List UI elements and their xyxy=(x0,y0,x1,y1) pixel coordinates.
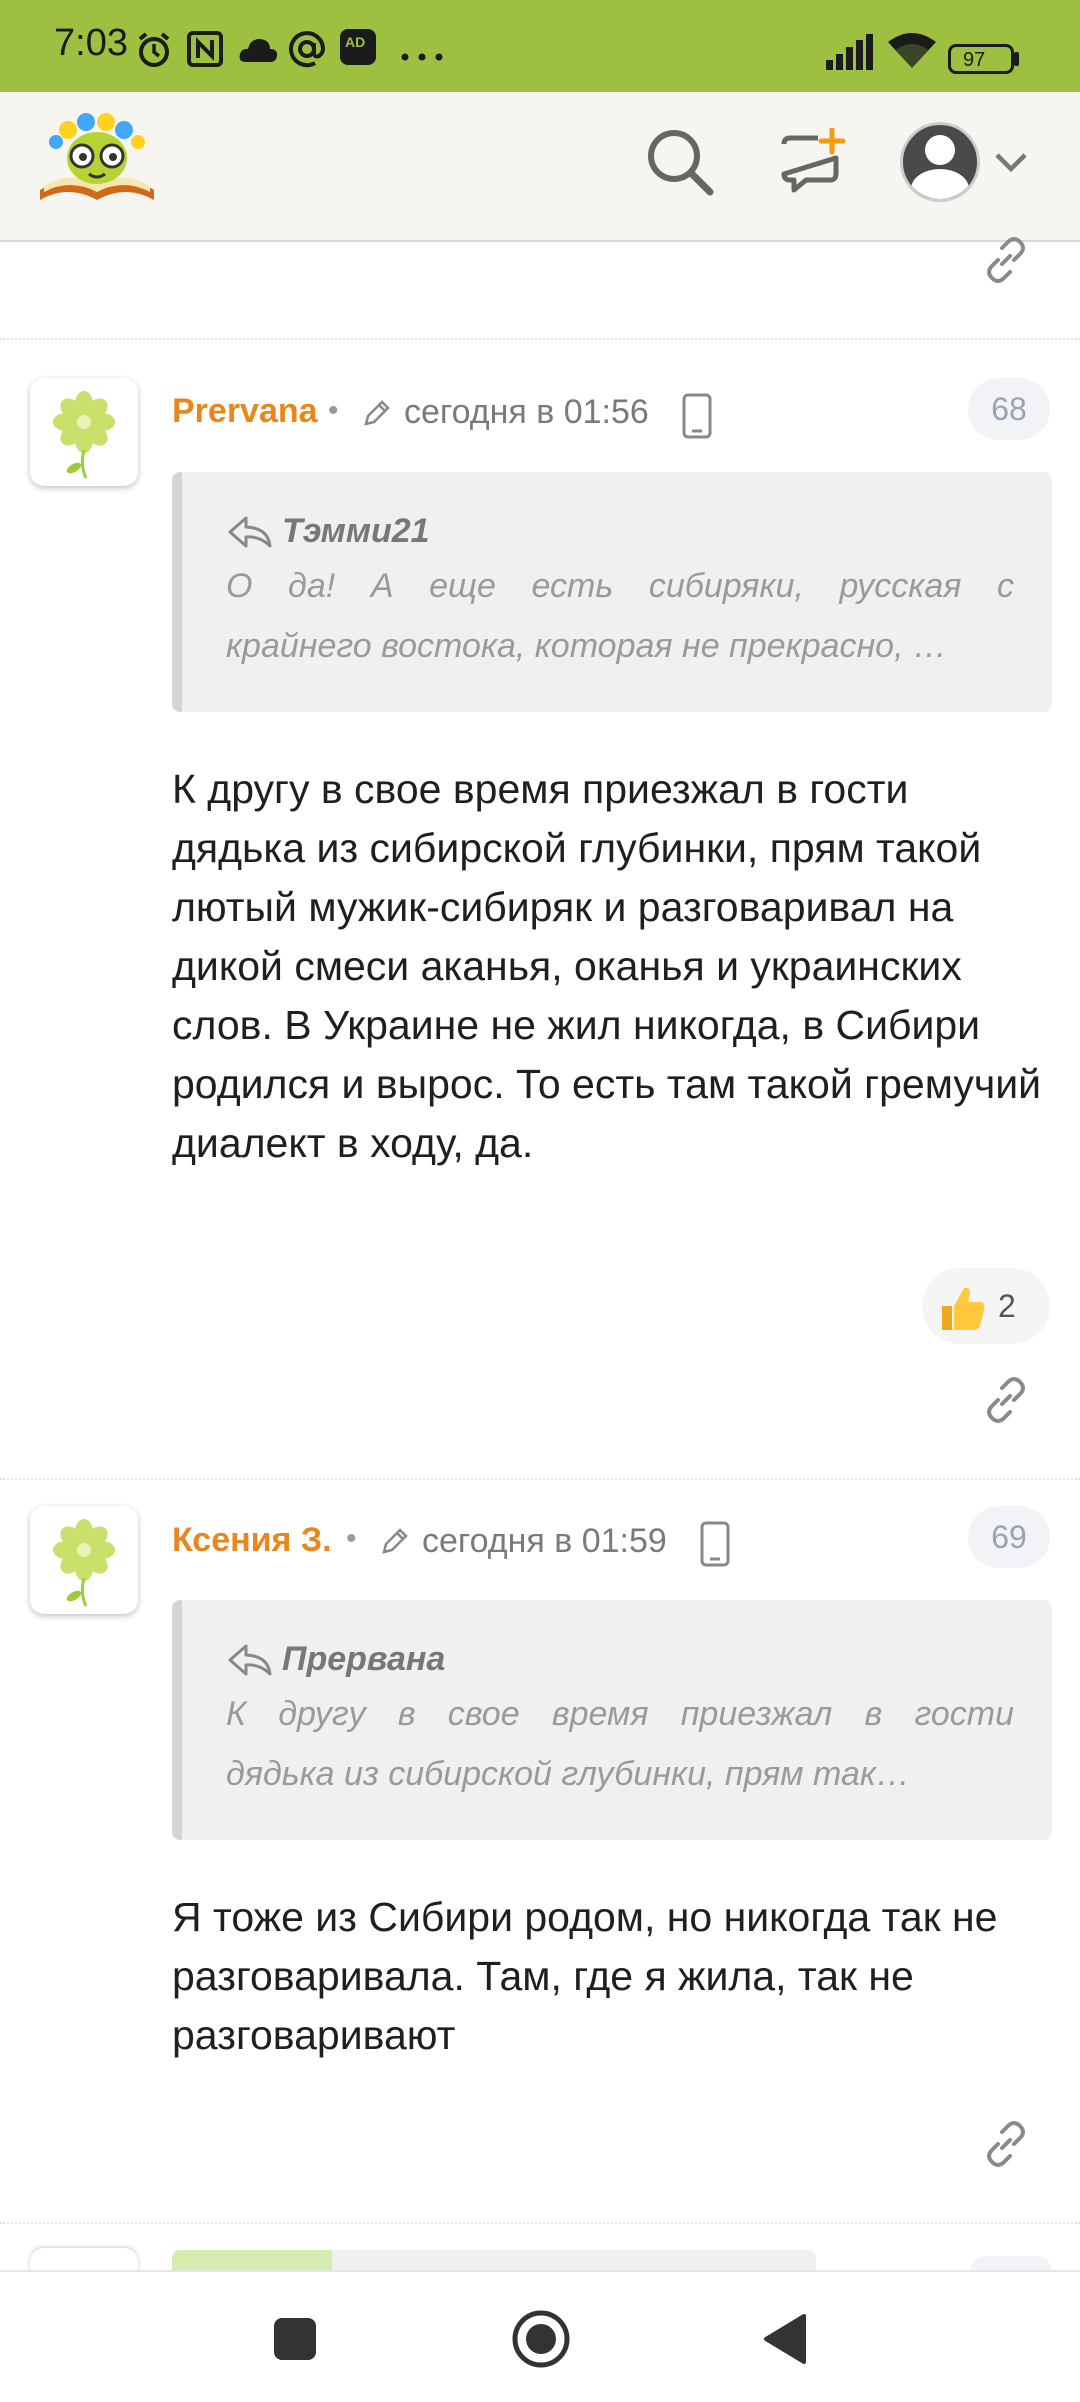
reply-icon xyxy=(228,516,272,548)
quote-line: О да! А еще есть сибиряки, русская с xyxy=(226,567,1014,605)
flower-icon xyxy=(53,391,115,479)
more-icon xyxy=(401,53,443,61)
separator xyxy=(0,1478,1080,1480)
status-time: 7:03 xyxy=(54,22,128,64)
nfc-icon xyxy=(187,31,223,67)
next-comment-quote xyxy=(172,2250,816,2272)
battery-icon: 97 xyxy=(948,44,1014,74)
edit-icon xyxy=(382,1528,408,1554)
reply-icon xyxy=(228,1644,272,1676)
back-button[interactable] xyxy=(760,2312,810,2366)
adblock-icon: AD xyxy=(340,29,376,65)
comment-number[interactable]: 68 xyxy=(968,378,1050,440)
avatar-icon[interactable] xyxy=(900,122,980,202)
quote-author: Тэмми21 xyxy=(282,512,430,550)
cloud-icon xyxy=(239,39,278,62)
link-icon[interactable] xyxy=(980,234,1032,286)
wifi-icon xyxy=(888,33,936,68)
battery-tip xyxy=(1014,52,1019,66)
quote-line: крайнего востока, которая не прекрасно, … xyxy=(226,627,947,665)
comment-author[interactable]: Prervana xyxy=(172,392,318,431)
meta-dot: • xyxy=(328,394,339,427)
quote-block[interactable]: Тэмми21 О да! А еще есть сибиряки, русск… xyxy=(172,472,1052,712)
chevron-down-icon[interactable] xyxy=(994,152,1028,174)
mobile-icon xyxy=(682,393,712,439)
flower-icon xyxy=(53,1519,115,1607)
at-icon xyxy=(289,31,326,68)
comment-body: Я тоже из Сибири родом, но никогда так н… xyxy=(172,1894,998,2058)
app-header xyxy=(0,92,1080,242)
signal-icon xyxy=(826,34,873,70)
like-button[interactable]: 2 xyxy=(922,1268,1050,1344)
quote-block[interactable]: Прервана К другу в свое время приезжал в… xyxy=(172,1600,1052,1840)
new-message-icon[interactable] xyxy=(778,128,848,198)
alarm-icon xyxy=(138,32,170,67)
flower-avatar[interactable] xyxy=(30,378,138,486)
quote-line: дядька из сибирской глубинки, прям так… xyxy=(226,1755,910,1793)
search-icon[interactable] xyxy=(644,126,716,198)
mobile-icon xyxy=(700,1521,730,1567)
recents-button[interactable] xyxy=(274,2318,316,2360)
separator xyxy=(0,338,1080,340)
thumbs-up-icon xyxy=(942,1287,985,1330)
quote-author: Прервана xyxy=(282,1640,446,1678)
navigation-bar xyxy=(0,2270,1080,2402)
link-icon[interactable] xyxy=(980,1374,1032,1426)
quote-line: К другу в свое время приезжал в гости xyxy=(226,1695,1014,1733)
comment-author[interactable]: Ксения З. xyxy=(172,1521,332,1560)
status-bar: 7:03 AD 97 xyxy=(0,0,1080,92)
comment-number[interactable]: 69 xyxy=(968,1506,1050,1568)
separator xyxy=(0,2222,1080,2224)
comment-time: сегодня в 01:56 xyxy=(404,393,649,431)
comment-time: сегодня в 01:59 xyxy=(422,1522,667,1560)
meta-dot: • xyxy=(346,1522,357,1555)
like-count: 2 xyxy=(998,1288,1016,1324)
edit-icon xyxy=(364,400,390,426)
home-button[interactable] xyxy=(510,2308,572,2370)
link-icon[interactable] xyxy=(980,2118,1032,2170)
flower-avatar[interactable] xyxy=(30,1506,138,1614)
logo-icon[interactable] xyxy=(34,108,160,208)
comment-body: К другу в свое время приезжал в гости дя… xyxy=(172,766,1042,1166)
